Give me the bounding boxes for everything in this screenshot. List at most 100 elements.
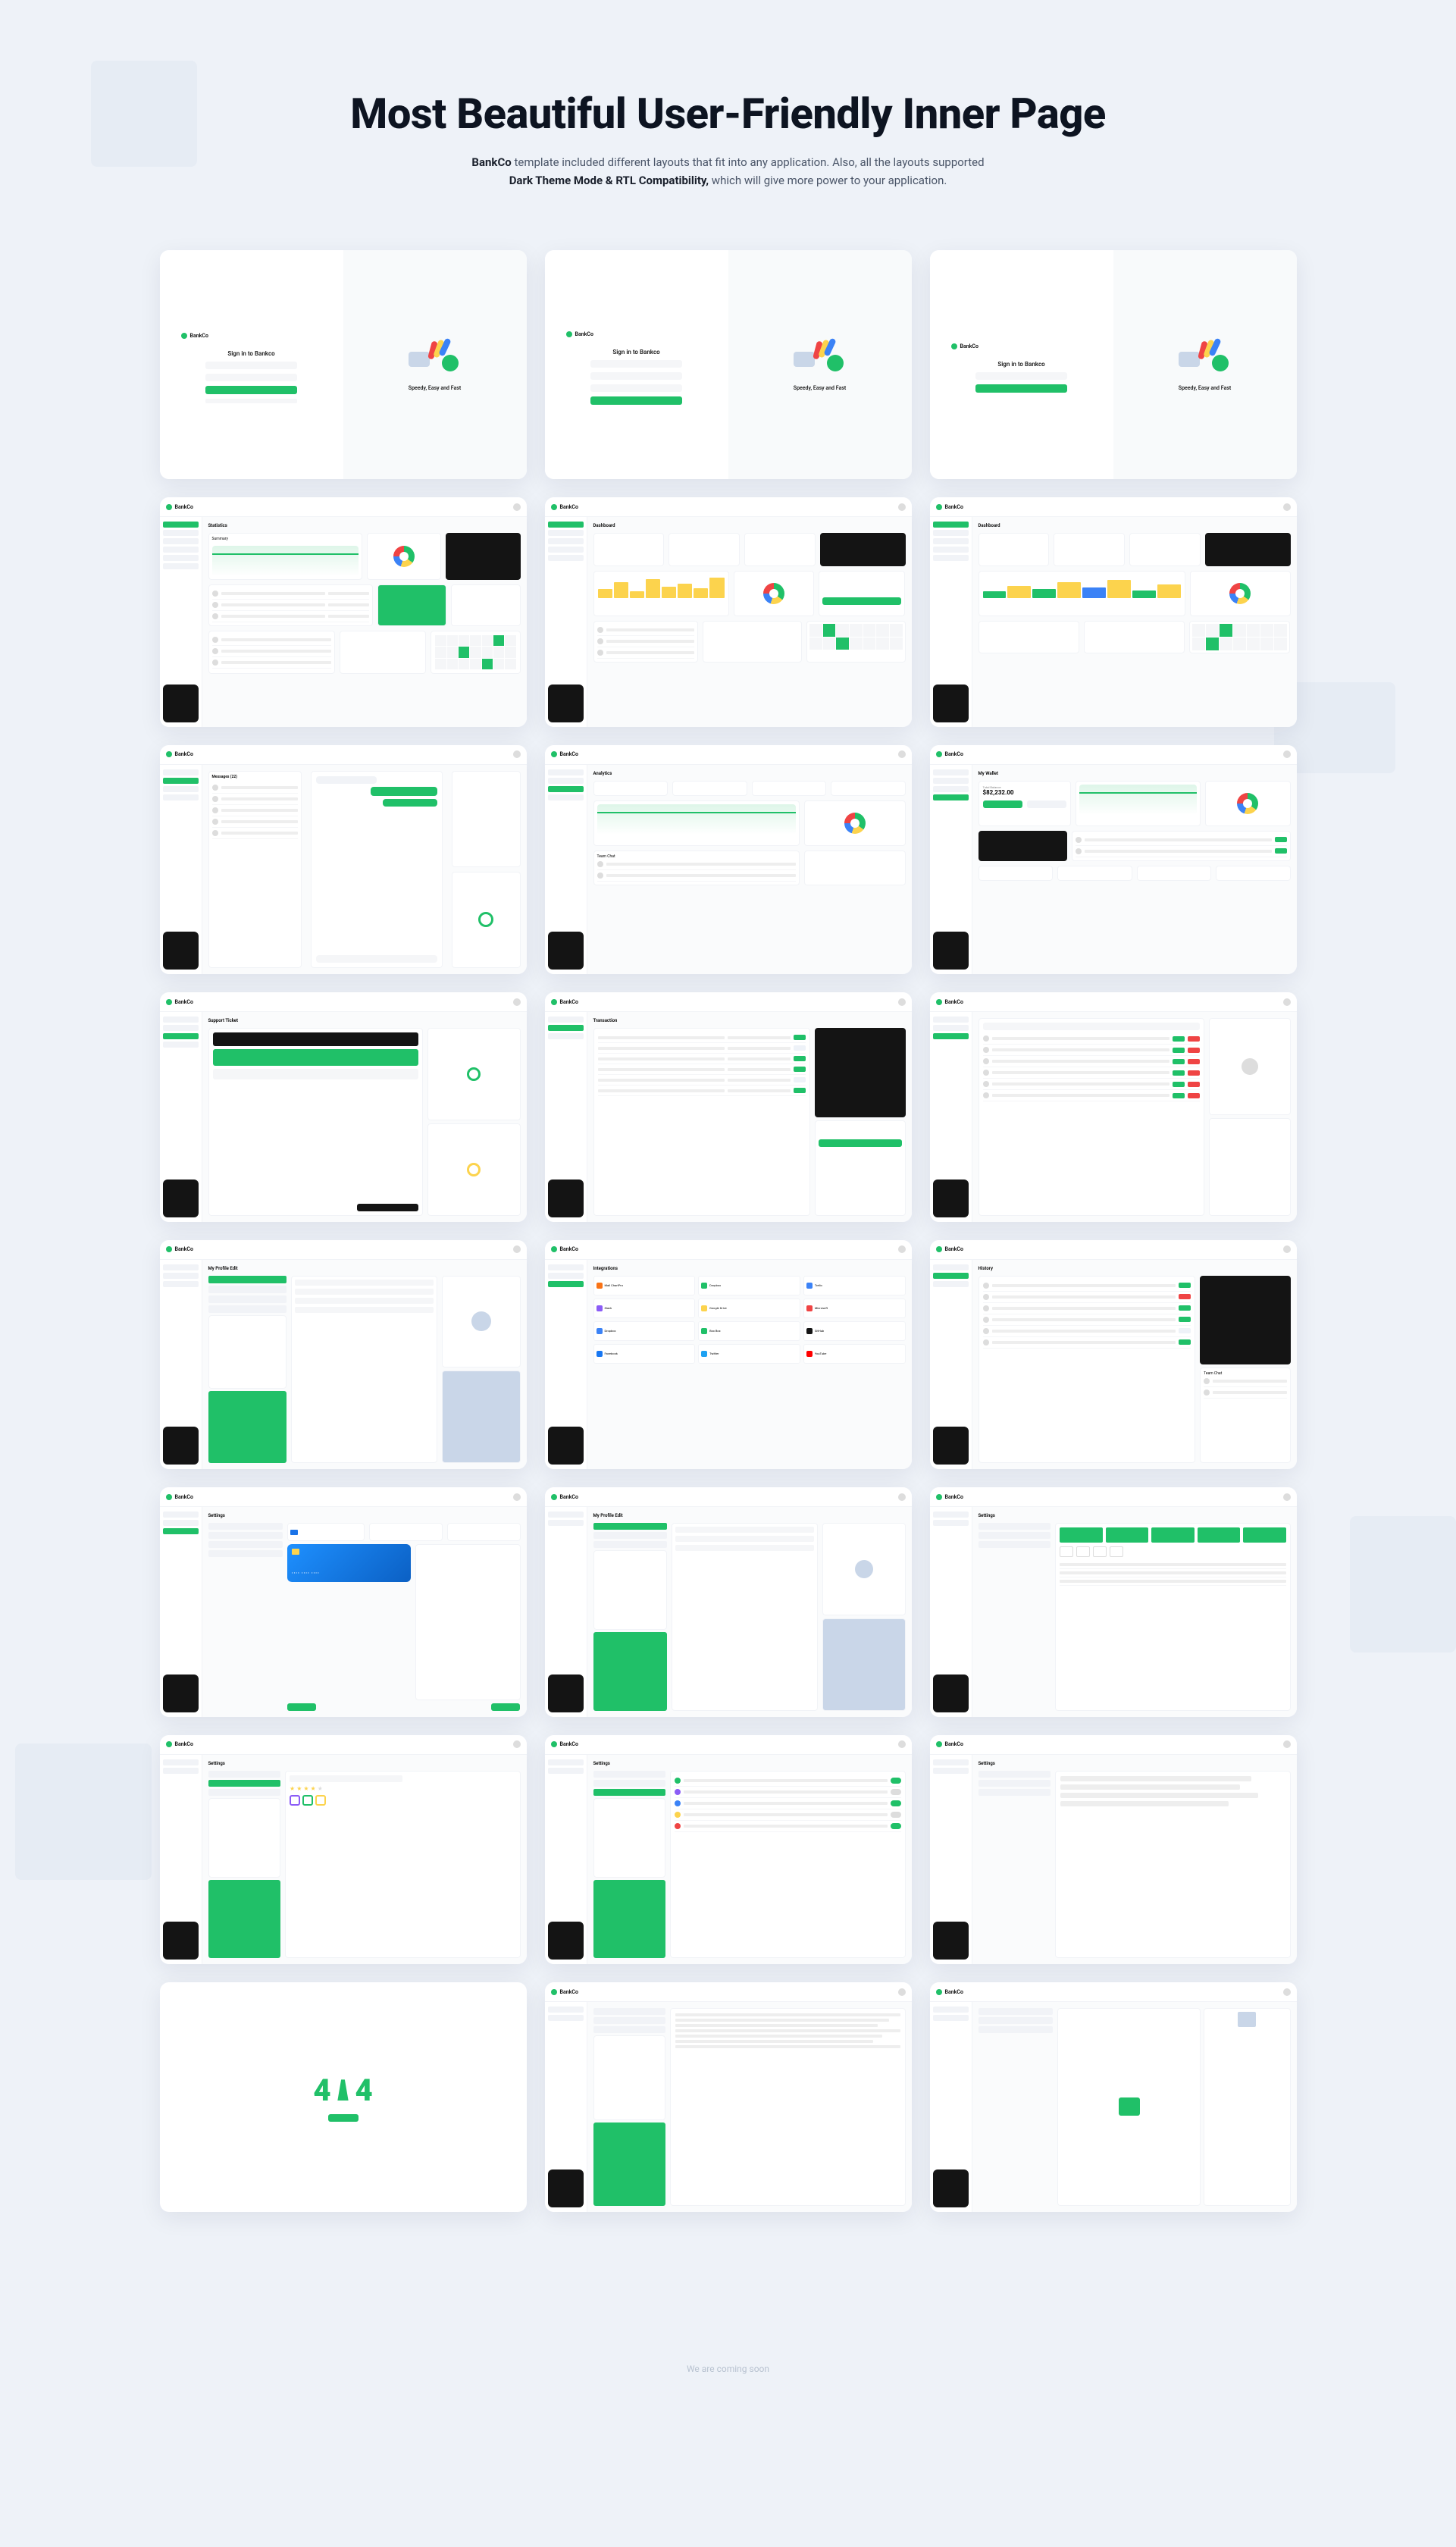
notif-row[interactable] [675,1787,900,1798]
integ-card[interactable]: Dropbox [698,1276,800,1295]
sidebar-item[interactable] [933,522,969,528]
table-row[interactable] [983,1079,1201,1090]
avatar[interactable] [1283,750,1291,758]
screenshot-settings-cards[interactable]: BankCo Settings •••• [160,1487,527,1717]
search-input[interactable] [983,1023,1201,1030]
sidebar-item[interactable] [163,769,199,775]
settings-nav-item[interactable] [978,2008,1053,2015]
sidebar-item[interactable] [548,1768,584,1774]
table-row[interactable] [598,1032,806,1043]
promo-card[interactable] [377,584,446,626]
confirm-field[interactable] [590,384,682,392]
settings-nav-item[interactable] [593,1523,668,1530]
screenshot-statistics[interactable]: BankCo Statistics Summary [160,497,527,727]
password-field[interactable] [205,374,297,381]
faq-item[interactable] [1060,1793,1258,1798]
action-button[interactable] [1027,800,1066,808]
payment-card[interactable] [369,1523,443,1541]
sidebar-item[interactable] [548,778,584,784]
settings-nav-item[interactable] [208,1305,287,1313]
sidebar-item[interactable] [163,1759,199,1765]
sidebar-item[interactable] [548,530,584,536]
submit-button[interactable] [357,1204,419,1211]
screenshot-wallet[interactable]: BankCo My Wallet Total Balance $82,232.0… [930,745,1297,975]
settings-nav-item[interactable] [978,1541,1051,1548]
settings-nav-item[interactable] [208,1789,281,1796]
sidebar-item[interactable] [163,786,199,792]
sidebar-item[interactable] [933,1025,969,1031]
integ-card[interactable]: Slack [593,1299,696,1318]
table-row[interactable] [598,1064,806,1075]
email-field[interactable] [205,362,297,369]
action-button[interactable] [819,1139,901,1147]
table-row[interactable] [983,1056,1201,1067]
sidebar-item[interactable] [548,555,584,561]
sidebar-item[interactable] [163,1033,199,1039]
settings-nav-item[interactable] [208,1532,283,1539]
sidebar-item[interactable] [163,1528,199,1534]
settings-nav-item[interactable] [593,1541,668,1548]
sidebar-item[interactable] [163,563,199,569]
email-field[interactable] [975,372,1067,380]
sidebar-item[interactable] [933,1768,969,1774]
sidebar-item[interactable] [933,786,969,792]
sidebar-item[interactable] [548,1512,584,1518]
table-row[interactable] [983,1090,1201,1101]
input[interactable] [295,1280,434,1286]
email-field[interactable] [590,360,682,368]
contact-item[interactable] [212,794,299,805]
sidebar-item[interactable] [933,794,969,800]
avatar[interactable] [513,503,521,511]
sidebar-item[interactable] [163,1281,199,1287]
sidebar-item[interactable] [548,522,584,528]
settings-nav-item[interactable] [208,1286,287,1293]
sidebar-item[interactable] [163,794,199,800]
folder-icon[interactable] [1106,1527,1149,1543]
table-row[interactable] [598,1075,806,1086]
settings-nav-item[interactable] [593,2008,665,2015]
screenshot-settings-notifications[interactable]: BankCo Settings [545,1735,912,1965]
settings-nav-item[interactable] [978,1780,1051,1787]
avatar[interactable] [898,750,906,758]
avatar[interactable] [513,1740,521,1748]
table-row[interactable] [983,1314,1191,1326]
upgrade-button[interactable] [208,1880,281,1958]
notif-row[interactable] [675,1809,900,1821]
payment-card[interactable] [287,1523,365,1541]
screenshot-dashboard-1[interactable]: BankCo Dashboard [545,497,912,727]
sidebar-item[interactable] [933,547,969,553]
faq-item[interactable] [1060,1801,1229,1806]
screenshot-404[interactable]: 44 [160,1982,527,2212]
contact-item[interactable] [212,805,299,816]
sidebar-item[interactable] [548,538,584,544]
file-icon[interactable] [1093,1546,1107,1557]
sidebar-item[interactable] [933,538,969,544]
file-icon[interactable] [1076,1546,1090,1557]
screenshot-settings-folders[interactable]: BankCo Settings [930,1487,1297,1717]
toggle[interactable] [891,1823,901,1829]
sidebar-item[interactable] [548,786,584,792]
avatar[interactable] [513,750,521,758]
settings-nav-item[interactable] [593,1780,666,1787]
table-row[interactable] [983,1303,1191,1314]
settings-nav-item[interactable] [978,1532,1051,1539]
integ-card[interactable]: GitHub [803,1321,906,1341]
notif-row[interactable] [675,1821,900,1832]
table-row[interactable] [598,1043,806,1054]
screenshot-profile-2[interactable]: BankCo My Profile Edit [545,1487,912,1717]
faq-item[interactable] [1060,1784,1241,1790]
toggle[interactable] [891,1800,901,1806]
integ-card[interactable]: Dropbox [593,1321,696,1341]
file-icon[interactable] [1060,1546,1073,1557]
avatar[interactable] [1283,998,1291,1006]
sidebar-item[interactable] [548,1520,584,1526]
screenshot-users-table[interactable]: BankCo [930,992,1297,1222]
transfer-button[interactable] [822,597,901,605]
color-swatch[interactable] [315,1795,326,1806]
sidebar-item[interactable] [163,555,199,561]
input[interactable] [675,1536,814,1542]
integ-card[interactable]: Box Box [698,1321,800,1341]
input[interactable] [675,1527,814,1533]
upgrade-button[interactable] [593,2122,665,2206]
table-row[interactable] [598,1054,806,1064]
